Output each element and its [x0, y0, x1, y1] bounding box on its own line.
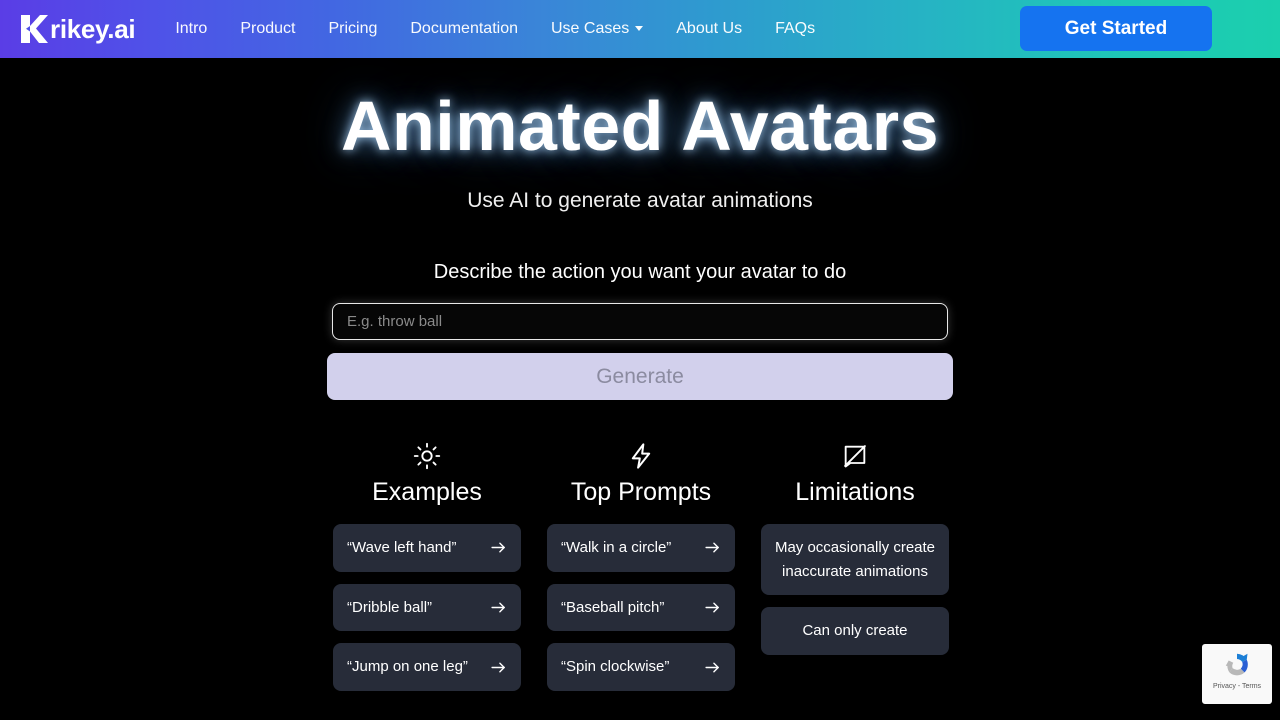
nav-link-use-cases[interactable]: Use Cases — [551, 14, 643, 43]
logo-text: rikey.ai — [50, 14, 136, 44]
nav-link-intro[interactable]: Intro — [175, 14, 207, 43]
nav-link-faqs[interactable]: FAQs — [775, 14, 815, 43]
card-text: “Spin clockwise” — [561, 658, 670, 676]
column-header: Limitations — [761, 442, 949, 524]
card-text: “Jump on one leg” — [347, 658, 468, 676]
nav-item: About Us — [676, 20, 775, 38]
card-text: “Dribble ball” — [347, 598, 433, 616]
card-text: “Walk in a circle” — [561, 539, 672, 556]
column-examples: Examples “Wave left hand” “Dribble ball”… — [333, 442, 521, 703]
arrow-right-icon — [491, 662, 505, 673]
page-title: Animated Avatars — [340, 87, 939, 165]
top-prompt-card[interactable]: “Baseball pitch” — [547, 583, 735, 632]
lightning-bolt-icon — [631, 443, 651, 469]
nav-link-product[interactable]: Product — [240, 14, 295, 43]
column-limitations: Limitations May occasionally create inac… — [761, 442, 949, 703]
nav-item: FAQs — [775, 20, 848, 38]
nav-item: Documentation — [410, 20, 551, 38]
top-prompt-card[interactable]: “Spin clockwise” — [547, 643, 735, 692]
site-logo[interactable]: rikey.ai — [18, 13, 136, 45]
hero-subtitle: Use AI to generate avatar animations — [467, 189, 813, 212]
column-header: Top Prompts — [547, 442, 735, 524]
limitation-card: May occasionally create inaccurate anima… — [761, 524, 949, 596]
column-title: Limitations — [795, 478, 915, 506]
arrow-right-icon — [705, 542, 719, 553]
crossed-out-message-icon — [844, 445, 866, 468]
limitation-card: Can only create — [761, 607, 949, 656]
krikey-k-logo-icon — [21, 15, 48, 43]
hero-section: Animated Avatars Use AI to generate avat… — [0, 58, 1280, 213]
arrow-right-icon — [491, 542, 505, 553]
arrow-right-icon — [705, 602, 719, 613]
recaptcha-logo-icon — [1225, 653, 1248, 676]
arrow-right-icon — [491, 602, 505, 613]
nav-item: Use Cases — [551, 20, 676, 38]
nav-link-documentation[interactable]: Documentation — [410, 14, 518, 43]
top-prompt-card[interactable]: “Walk in a circle” — [547, 524, 735, 572]
column-top-prompts: Top Prompts “Walk in a circle” “Baseball… — [547, 442, 735, 703]
main-navbar: rikey.ai Intro Product Pricing Documenta… — [0, 0, 1280, 58]
nav-item: Pricing — [328, 20, 410, 38]
nav-link-about-us[interactable]: About Us — [676, 14, 742, 43]
example-card[interactable]: “Dribble ball” — [333, 583, 521, 632]
recaptcha-badge[interactable]: Privacy - Terms — [1202, 644, 1272, 704]
recaptcha-text: Privacy - Terms — [1212, 683, 1262, 690]
card-text: Can only create — [802, 622, 908, 640]
get-started-button[interactable]: Get Started — [1020, 6, 1212, 51]
example-card[interactable]: “Wave left hand” — [333, 524, 521, 572]
nav-item: Intro — [175, 20, 240, 38]
sun-icon — [413, 442, 441, 470]
column-header: Examples — [333, 442, 521, 524]
card-text: “Wave left hand” — [347, 539, 457, 556]
prompt-input[interactable] — [332, 303, 948, 340]
prompt-section: Describe the action you want your avatar… — [0, 261, 1280, 400]
card-text: May occasionally create inaccurate anima… — [774, 539, 936, 580]
column-title: Examples — [372, 478, 482, 506]
prompt-label: Describe the action you want your avatar… — [433, 261, 847, 283]
nav-item: Product — [240, 20, 328, 38]
card-text: “Baseball pitch” — [561, 598, 665, 616]
generate-button[interactable]: Generate — [327, 353, 953, 400]
arrow-right-icon — [705, 662, 719, 673]
example-card[interactable]: “Jump on one leg” — [333, 643, 521, 692]
nav-link-pricing[interactable]: Pricing — [328, 14, 377, 43]
suggestion-columns: Examples “Wave left hand” “Dribble ball”… — [0, 442, 1280, 703]
column-title: Top Prompts — [570, 478, 712, 506]
